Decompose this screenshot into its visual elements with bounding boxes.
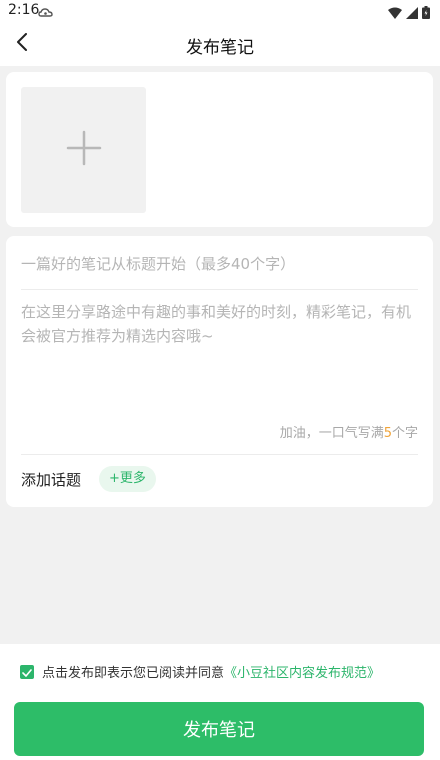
header: 发布笔记 <box>0 22 440 66</box>
plus-icon <box>66 130 102 170</box>
counter-prefix: 加油，一口气写满 <box>279 426 384 441</box>
wifi-icon <box>388 4 402 23</box>
agreement-link[interactable]: 《小豆社区内容发布规范》 <box>224 662 380 681</box>
agreement-checkbox[interactable] <box>20 662 34 681</box>
divider <box>21 289 418 290</box>
word-counter: 加油，一口气写满5个字 <box>280 422 418 441</box>
add-image-button[interactable] <box>21 87 146 213</box>
status-bar: 2:16 <box>0 0 440 22</box>
battery-icon <box>422 4 430 23</box>
title-input[interactable] <box>21 250 418 278</box>
editor-card: 加油，一口气写满5个字 添加话题 +更多 <box>6 236 433 507</box>
page-title: 发布笔记 <box>186 38 254 58</box>
publish-button[interactable]: 发布笔记 <box>14 702 424 756</box>
divider <box>21 454 418 455</box>
check-icon <box>22 662 32 681</box>
cloud-eye-icon <box>38 4 54 23</box>
bottom-panel: 点击发布即表示您已阅读并同意 《小豆社区内容发布规范》 发布笔记 <box>0 644 440 760</box>
status-time: 2:16 <box>8 2 40 18</box>
counter-number: 5 <box>383 426 392 441</box>
agreement-text: 点击发布即表示您已阅读并同意 <box>42 666 225 681</box>
status-icons <box>388 4 430 23</box>
signal-icon <box>406 4 418 23</box>
image-upload-card <box>6 72 433 227</box>
more-topics-chip[interactable]: +更多 <box>99 466 156 492</box>
add-topic-label[interactable]: 添加话题 <box>21 469 81 490</box>
content-input[interactable] <box>21 300 418 410</box>
agreement-row: 点击发布即表示您已阅读并同意 《小豆社区内容发布规范》 <box>20 662 380 681</box>
counter-suffix: 个字 <box>391 426 418 441</box>
